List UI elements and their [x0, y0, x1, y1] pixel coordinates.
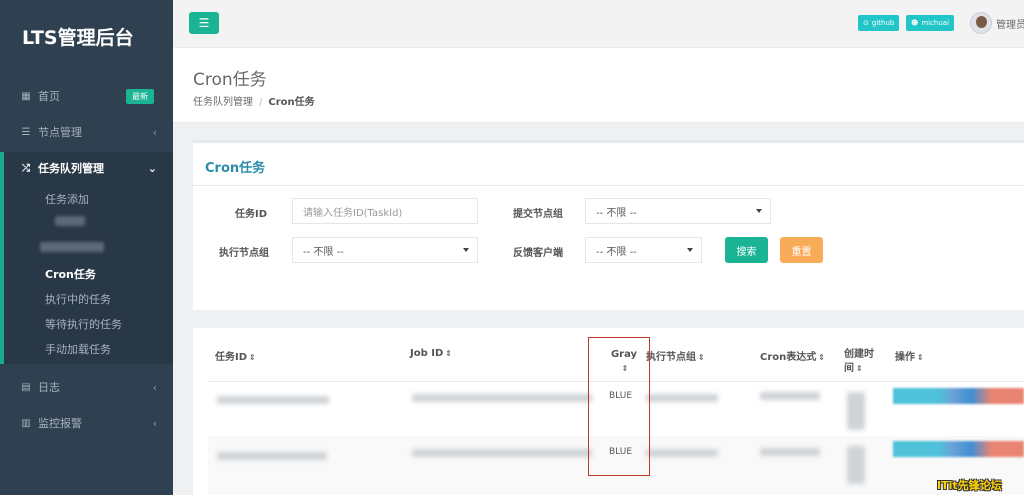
header-label: Job ID [410, 348, 444, 359]
sidebar-item-monitor[interactable]: ▥ 监控报警 ‹ [0, 410, 173, 436]
exec-group-select[interactable]: -- 不限 -- [292, 237, 478, 263]
action-buttons[interactable] [893, 388, 1024, 404]
topbar: ☰ ⊙ github ☻ michuai 管理员 [173, 0, 1024, 48]
page-header: Cron任务 任务队列管理 / Cron任务 [173, 48, 1024, 123]
blurred-created [847, 446, 865, 484]
task-id-input[interactable]: 请输入任务ID(TaskId) [292, 198, 478, 224]
sidebar-item-logs[interactable]: ▤ 日志 ‹ [0, 374, 173, 400]
sidebar-item-label: 任务队列管理 [38, 162, 104, 175]
task-id-label: 任务ID [234, 209, 267, 220]
chevron-left-icon: ‹ [152, 125, 157, 139]
column-header-cron[interactable]: Cron表达式 ⇕ [760, 348, 825, 363]
blurred-task-id [217, 396, 329, 404]
menu-toggle-button[interactable]: ☰ [189, 12, 219, 34]
breadcrumb-separator: / [259, 97, 263, 108]
breadcrumb-current: Cron任务 [268, 97, 315, 108]
bar-chart-icon: ▥ [21, 417, 31, 429]
sidebar-subitem-manual-load[interactable]: 手动加载任务 [45, 339, 111, 359]
sidebar-item-label: 日志 [38, 381, 60, 394]
chevron-down-icon: ⌄ [147, 161, 157, 175]
sidebar-subitem-add-task[interactable]: 任务添加 [45, 189, 89, 209]
brand-title: LTS管理后台 [22, 27, 134, 49]
feedback-select[interactable]: -- 不限 -- [585, 237, 702, 263]
shuffle-icon: ⤮ [22, 162, 30, 174]
divider [193, 185, 1024, 186]
sidebar-subitem-cron[interactable]: Cron任务 [45, 264, 96, 284]
submit-group-label: 提交节点组 [513, 209, 563, 220]
caret-down-icon [687, 248, 693, 252]
column-header-exec-group[interactable]: 执行节点组 ⇕ [646, 348, 705, 363]
blurred-cron [760, 392, 820, 400]
column-header-job-id[interactable]: Job ID ⇕ [410, 348, 452, 359]
hamburger-icon: ☰ [198, 16, 210, 30]
sort-icon: ⇕ [917, 353, 924, 362]
search-button[interactable]: 搜索 [725, 237, 768, 263]
panel-title: Cron任务 [205, 161, 266, 176]
blurred-exec-group [646, 449, 718, 457]
page-title: Cron任务 [193, 70, 267, 90]
header-label: 执行节点组 [646, 352, 696, 363]
blurred-task-id [217, 452, 327, 460]
caret-down-icon [756, 209, 762, 213]
column-header-actions[interactable]: 操作 ⇕ [895, 348, 924, 363]
blurred-cron [760, 448, 820, 456]
server-icon: ☰ [21, 126, 31, 138]
filter-panel: Cron任务 任务ID 请输入任务ID(TaskId) 提交节点组 -- 不限 … [193, 140, 1024, 310]
blurred-subitem [40, 242, 104, 252]
watermark: ITit先锋论坛 [937, 479, 1002, 492]
avatar[interactable] [970, 12, 992, 34]
sidebar-item-label: 首页 [38, 90, 60, 103]
column-header-created[interactable]: 创建时间 ⇕ [844, 348, 880, 376]
blurred-created [847, 392, 865, 430]
sort-icon: ⇕ [698, 353, 705, 362]
github-icon: ⊙ [863, 19, 869, 27]
breadcrumb-item[interactable]: 任务队列管理 [193, 97, 253, 108]
user-button[interactable]: ☻ michuai [906, 15, 955, 31]
select-value: -- 不限 -- [596, 207, 637, 219]
sidebar-item-label: 节点管理 [38, 126, 82, 139]
github-button[interactable]: ⊙ github [858, 15, 900, 31]
new-badge: 最新 [126, 88, 154, 104]
users-icon: ☻ [911, 19, 919, 27]
file-icon: ▤ [21, 381, 31, 393]
chevron-left-icon: ‹ [152, 380, 157, 394]
sort-icon: ⇕ [856, 364, 863, 373]
column-header-task-id[interactable]: 任务ID ⇕ [215, 348, 256, 363]
user-button-label: michuai [921, 19, 950, 27]
exec-group-label: 执行节点组 [219, 248, 269, 259]
github-label: github [871, 19, 895, 27]
blurred-job-id [412, 449, 592, 457]
submit-group-select[interactable]: -- 不限 -- [585, 198, 771, 224]
sidebar-item-label: 监控报警 [38, 417, 82, 430]
blurred-subitem [55, 216, 85, 226]
caret-down-icon [463, 248, 469, 252]
sidebar-item-nodes[interactable]: ☰ 节点管理 ‹ [0, 119, 173, 145]
header-label: 任务ID [215, 352, 248, 363]
header-label: 操作 [895, 352, 915, 363]
reset-button[interactable]: 重置 [780, 237, 823, 263]
select-value: -- 不限 -- [596, 246, 637, 258]
admin-name[interactable]: 管理员 [996, 16, 1024, 31]
grid-icon: ▦ [21, 90, 31, 102]
sort-icon: ⇕ [249, 353, 256, 362]
chevron-left-icon: ‹ [152, 416, 157, 430]
action-buttons[interactable] [893, 441, 1024, 457]
gray-column-highlight [588, 337, 650, 476]
sort-icon: ⇕ [818, 353, 825, 362]
sort-icon: ⇕ [445, 349, 452, 358]
blurred-job-id [412, 394, 592, 402]
select-value: -- 不限 -- [303, 246, 344, 258]
feedback-label: 反馈客户端 [513, 248, 563, 259]
sidebar-subitem-waiting[interactable]: 等待执行的任务 [45, 314, 122, 334]
sidebar-item-home[interactable]: ▦ 首页 最新 [0, 83, 173, 109]
header-label: Cron表达式 [760, 352, 817, 363]
blurred-exec-group [646, 394, 718, 402]
sidebar-item-queue[interactable]: ⤮ 任务队列管理 ⌄ [0, 155, 173, 181]
sidebar-subitem-executing[interactable]: 执行中的任务 [45, 289, 111, 309]
breadcrumb: 任务队列管理 / Cron任务 [193, 93, 315, 108]
